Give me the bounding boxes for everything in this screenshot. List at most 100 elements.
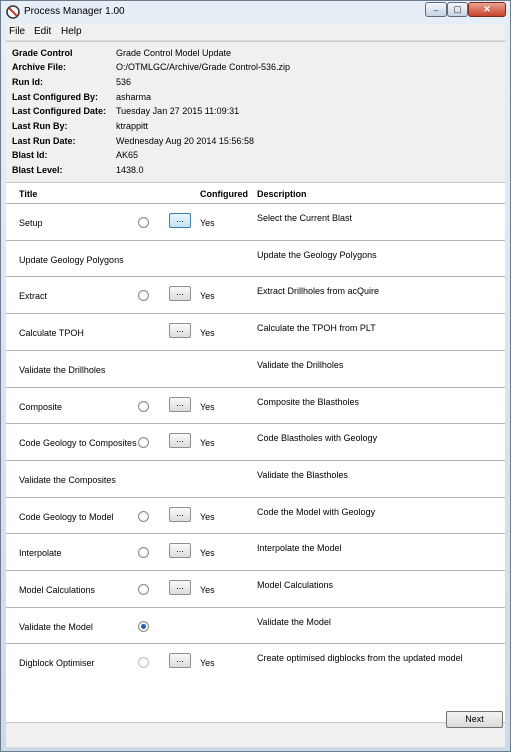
info-label: Archive File: [12, 62, 67, 72]
step-title: Update Geology Polygons [19, 254, 124, 265]
configure-button[interactable]: ... [169, 433, 191, 449]
client-area: Grade Control Grade Control Model Update … [6, 41, 505, 747]
table-row: Extract... Yes Extract Drillholes from acQ… [6, 276, 505, 313]
step-title: Extract [19, 291, 48, 302]
minimize-button[interactable]: ‒ [425, 2, 447, 17]
info-value: Wednesday Aug 20 2014 15:56:58 [116, 136, 254, 146]
configured-status: Yes [200, 291, 215, 302]
info-value: O:/OTMLGC/Archive/Grade Control-536.zip [116, 62, 291, 72]
info-value: ktrappitt [116, 121, 149, 131]
configure-button[interactable]: ... [169, 653, 191, 669]
configure-button[interactable]: ... [169, 543, 191, 559]
configure-button[interactable]: ... [169, 580, 191, 595]
table-row: Validate the Composites Validate the Blas… [6, 459, 505, 497]
footer-divider [6, 722, 505, 723]
step-radio[interactable] [138, 584, 149, 595]
info-label: Last Configured Date: [12, 106, 107, 116]
step-radio[interactable] [138, 217, 149, 228]
info-label: Blast Id: [12, 150, 48, 160]
configured-status: Yes [200, 511, 215, 522]
maximize-icon: ▢ [453, 4, 462, 14]
table-row: Calculate TPOH... Yes Calculate the TPOH f… [6, 313, 505, 350]
title-bar[interactable]: Process Manager 1.00 ‒ ▢ ✕ [1, 1, 510, 23]
window-title: Process Manager 1.00 [24, 6, 125, 17]
configured-status: Yes [200, 328, 215, 339]
step-title: Interpolate [19, 548, 62, 559]
table-row: Setup... Yes Select the Current Blast [6, 203, 505, 240]
step-radio[interactable] [138, 290, 149, 302]
app-icon [6, 5, 20, 19]
table-row: Validate the Drillholes Validate the Dril… [6, 349, 505, 387]
step-title: Code Geology to Composites [19, 438, 137, 449]
step-title: Model Calculations [19, 585, 96, 595]
step-description: Interpolate the Model [257, 543, 342, 554]
step-radio[interactable] [138, 547, 149, 559]
menu-help[interactable]: Help [61, 26, 82, 37]
step-description: Validate the Model [257, 616, 331, 627]
header-description: Description [257, 189, 307, 199]
table-row: Update Geology Polygons Update the Geolog… [6, 239, 505, 277]
header-title: Title [19, 189, 38, 199]
minimize-icon: ‒ [433, 4, 439, 15]
step-description: Select the Current Blast [257, 213, 353, 223]
info-label: Run Id: [12, 77, 43, 87]
step-title: Calculate TPOH [19, 328, 84, 339]
close-button[interactable]: ✕ [468, 2, 506, 17]
step-title: Setup [19, 218, 43, 228]
info-value: Tuesday Jan 27 2015 11:09:31 [116, 106, 240, 116]
step-title: Validate the Model [19, 621, 93, 632]
step-description: Code Blastholes with Geology [257, 433, 378, 444]
close-icon: ✕ [483, 4, 491, 14]
configured-status: Yes [200, 401, 215, 412]
process-manager-window: Process Manager 1.00 ‒ ▢ ✕ File Edit Hel… [0, 0, 511, 752]
step-title: Digblock Optimiser [19, 658, 95, 669]
step-description: Composite the Blastholes [257, 396, 360, 407]
info-value: Grade Control Model Update [116, 48, 232, 58]
info-label: Grade Control [12, 48, 73, 58]
step-radio[interactable] [138, 657, 149, 669]
step-radio[interactable] [138, 437, 149, 449]
step-description: Calculate the TPOH from PLT [257, 323, 376, 334]
info-value: 1438.0 [116, 165, 144, 175]
step-radio[interactable] [138, 620, 149, 632]
step-title: Composite [19, 401, 63, 412]
table-row: Composite... Yes Composite the Blastholes [6, 386, 505, 424]
configured-status: Yes [200, 438, 215, 449]
step-title: Code Geology to Model [19, 511, 114, 522]
step-description: Update the Geology Polygons [257, 249, 377, 260]
info-value: 536 [116, 77, 132, 87]
table-row: Digblock Optimiser... Yes Create optimised… [6, 643, 505, 680]
menu-bar: File Edit Help [6, 24, 505, 41]
menu-edit[interactable]: Edit [34, 26, 51, 37]
table-row: Code Geology to Model... Yes Code the Mode… [6, 496, 505, 534]
configured-status: Yes [200, 585, 215, 595]
step-description: Model Calculations [257, 580, 334, 590]
configured-status: Yes [200, 548, 215, 559]
step-radio[interactable] [138, 510, 149, 522]
step-radio[interactable] [138, 400, 149, 412]
menu-file[interactable]: File [9, 26, 25, 37]
header-configured: Configured [200, 189, 248, 199]
configure-button[interactable]: ... [169, 396, 191, 412]
configure-button[interactable]: ... [169, 213, 191, 228]
next-button[interactable]: Next [446, 711, 503, 728]
configure-button[interactable]: ... [169, 506, 191, 522]
info-value: asharma [116, 92, 152, 102]
info-value: AK65 [116, 150, 139, 160]
configure-button[interactable]: ... [169, 286, 191, 302]
table-row: Interpolate... Yes Interpolate the Model [6, 533, 505, 570]
step-description: Code the Model with Geology [257, 506, 376, 517]
table-row: Model Calculations... Yes Model Calculatio… [6, 570, 505, 607]
step-description: Create optimised digblocks from the upda… [257, 653, 463, 664]
configured-status: Yes [200, 218, 215, 228]
info-label: Last Run By: [12, 121, 68, 131]
step-title: Validate the Drillholes [19, 364, 106, 375]
info-label: Last Configured By: [12, 92, 99, 102]
step-title: Validate the Composites [19, 474, 116, 485]
info-label: Last Run Date: [12, 136, 76, 146]
maximize-button[interactable]: ▢ [447, 2, 468, 17]
configured-status: Yes [200, 658, 215, 669]
configure-button[interactable]: ... [169, 323, 191, 339]
table-row: Validate the Model Validate the Model [6, 606, 505, 644]
info-label: Blast Level: [12, 165, 63, 175]
